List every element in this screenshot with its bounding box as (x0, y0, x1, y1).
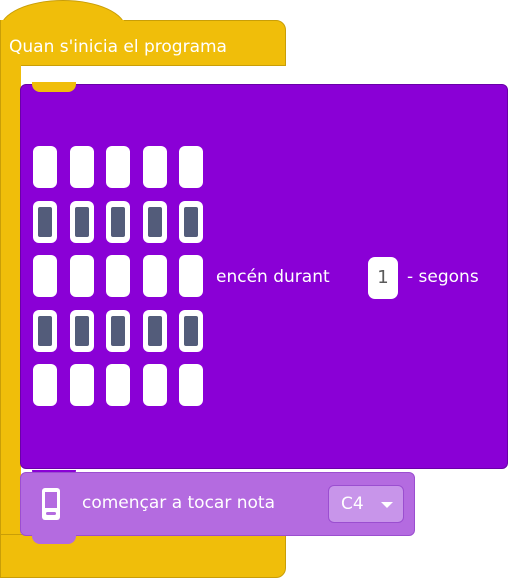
show-leds-duration-label: encén durant (216, 267, 330, 287)
led-cell[interactable] (179, 146, 203, 188)
microbit-chip-icon (42, 488, 60, 520)
led-cell[interactable] (106, 364, 130, 406)
note-value: C4 (341, 494, 364, 514)
led-cell[interactable] (142, 146, 167, 188)
start-playing-note-label: començar a tocar nota (82, 493, 276, 513)
led-cell[interactable] (106, 309, 130, 352)
hat-block-cap-fill (1, 20, 124, 30)
led-cell[interactable] (33, 200, 57, 243)
led-cell[interactable] (106, 200, 130, 243)
on-start-label: Quan s'inicia el programa (9, 37, 227, 57)
duration-input[interactable]: 1 (368, 257, 398, 299)
block-connector-notch (32, 82, 76, 92)
led-cell[interactable] (69, 255, 94, 297)
block-connector-notch (32, 534, 76, 544)
on-start-block-arm (0, 62, 21, 570)
led-cell[interactable] (69, 364, 94, 406)
led-cell[interactable] (106, 146, 130, 188)
led-cell[interactable] (179, 200, 203, 243)
note-dropdown[interactable]: C4 (328, 485, 404, 523)
led-cell[interactable] (142, 309, 167, 352)
led-cell[interactable] (33, 364, 57, 406)
led-cell[interactable] (142, 364, 167, 406)
led-cell[interactable] (69, 309, 94, 352)
led-cell[interactable] (33, 255, 57, 297)
led-cell[interactable] (69, 146, 94, 188)
led-cell[interactable] (179, 309, 203, 352)
led-cell[interactable] (69, 200, 94, 243)
caret-down-icon (381, 502, 393, 508)
led-cell[interactable] (179, 255, 203, 297)
led-cell[interactable] (142, 255, 167, 297)
led-cell[interactable] (33, 146, 57, 188)
show-leds-seconds-label: - segons (407, 267, 479, 287)
led-cell[interactable] (142, 200, 167, 243)
led-cell[interactable] (106, 255, 130, 297)
led-cell[interactable] (179, 364, 203, 406)
led-cell[interactable] (33, 309, 57, 352)
